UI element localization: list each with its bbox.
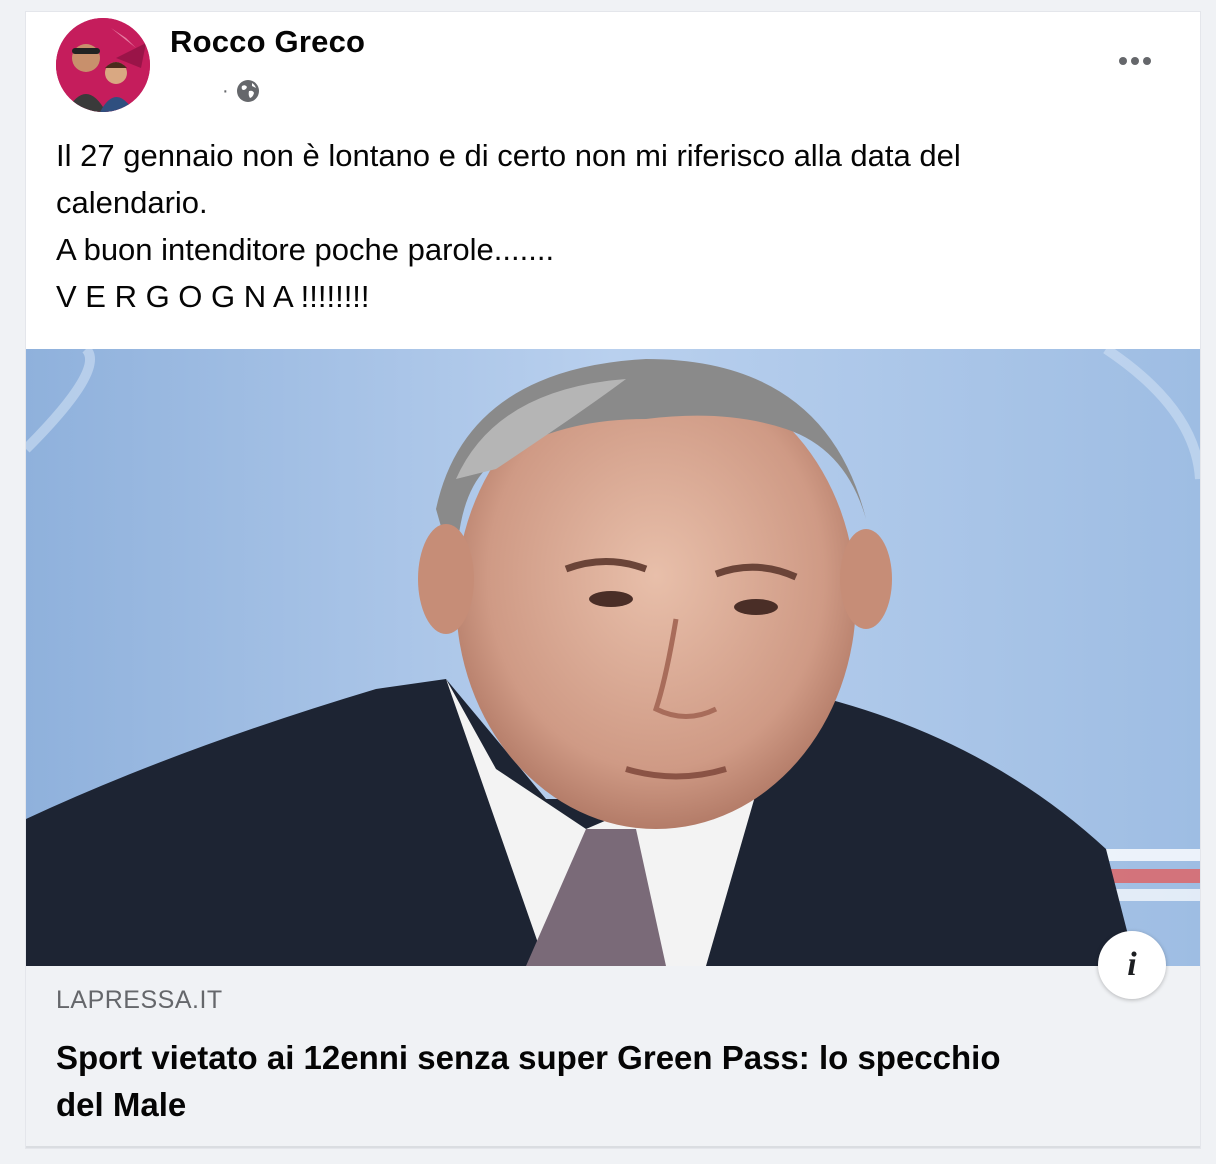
post-meta: · bbox=[222, 78, 261, 104]
link-title[interactable]: Sport vietato ai 12enni senza super Gree… bbox=[56, 1034, 1040, 1128]
avatar-photo bbox=[56, 18, 150, 112]
author-avatar[interactable] bbox=[56, 18, 150, 112]
more-options-icon bbox=[1131, 57, 1139, 65]
link-preview-image[interactable] bbox=[26, 349, 1200, 966]
post-message: Il 27 gennaio non è lontano e di certo n… bbox=[56, 132, 1160, 320]
more-options-button[interactable] bbox=[1110, 46, 1160, 76]
feed-post: Rocco Greco · Il 27 gennaio non è lontan… bbox=[26, 12, 1200, 1148]
post-text-line: calendario. bbox=[56, 185, 208, 220]
more-options-icon bbox=[1119, 57, 1127, 65]
post-text-line: A buon intenditore poche parole....... bbox=[56, 232, 555, 267]
post-text-line: Il 27 gennaio non è lontano e di certo n… bbox=[56, 138, 961, 173]
link-domain: LAPRESSA.IT bbox=[56, 986, 223, 1014]
info-icon: i bbox=[1127, 946, 1137, 983]
more-options-icon bbox=[1143, 57, 1151, 65]
info-button[interactable]: i bbox=[1098, 931, 1166, 999]
post-header: Rocco Greco · bbox=[26, 12, 1200, 122]
article-photo bbox=[26, 349, 1200, 966]
meta-separator: · bbox=[222, 80, 229, 102]
author-name[interactable]: Rocco Greco bbox=[170, 24, 365, 60]
link-preview-card[interactable]: i LAPRESSA.IT Sport vietato ai 12enni se… bbox=[26, 349, 1200, 1148]
link-preview-footer[interactable]: LAPRESSA.IT Sport vietato ai 12enni senz… bbox=[26, 966, 1200, 1148]
globe-icon[interactable] bbox=[235, 78, 261, 104]
post-text-line: V E R G O G N A !!!!!!!! bbox=[56, 279, 370, 314]
